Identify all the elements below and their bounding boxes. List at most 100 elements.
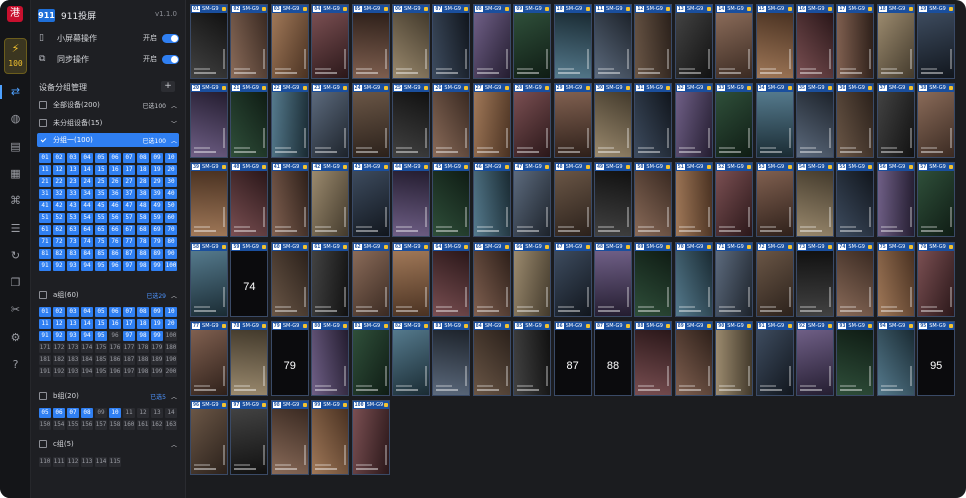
device-chip[interactable]: 60 (165, 213, 177, 223)
device-screen[interactable]: 78 SM-G9 (230, 320, 269, 396)
device-chip[interactable]: 56 (109, 213, 121, 223)
group-all[interactable]: 全部设备(200) 已选100 ︿ (37, 98, 179, 112)
chevron-up-icon[interactable]: ︿ (171, 440, 177, 449)
scissors-icon[interactable]: ✂ (0, 300, 31, 320)
device-screen[interactable]: 09 SM-G9 (513, 4, 552, 79)
device-chip[interactable]: 27 (123, 177, 135, 187)
device-chip[interactable]: 06 (109, 307, 121, 317)
device-chip[interactable]: 10 (165, 307, 177, 317)
device-chip[interactable]: 01 (39, 153, 51, 163)
device-screen[interactable]: 85 SM-G9 (513, 320, 552, 396)
pin-icon[interactable] (787, 86, 792, 91)
device-chip[interactable]: 06 (109, 153, 121, 163)
device-screen[interactable]: 74 SM-G9 (836, 241, 875, 317)
device-chip[interactable]: 80 (165, 237, 177, 247)
device-chip[interactable]: 94 (81, 331, 93, 341)
pin-icon[interactable] (545, 86, 550, 91)
device-chip[interactable]: 34 (81, 189, 93, 199)
pin-icon[interactable] (949, 244, 954, 249)
device-screen[interactable]: 36 SM-G9 (836, 83, 875, 159)
device-screen[interactable]: 63 SM-G9 (392, 241, 430, 317)
device-screen[interactable]: 38 SM-G9 (917, 83, 956, 159)
pin-icon[interactable] (666, 86, 671, 91)
pin-icon[interactable] (222, 7, 226, 11)
device-screen[interactable]: 47 SM-G9 (513, 162, 552, 238)
device-screen[interactable]: 66 SM-G9 (513, 241, 552, 317)
device-chip[interactable]: 61 (39, 225, 51, 235)
device-chip[interactable]: 43 (67, 201, 79, 211)
device-screen[interactable]: 58 SM-G9 (190, 241, 228, 317)
device-chip[interactable]: 176 (109, 343, 121, 353)
device-chip[interactable]: 19 (151, 165, 163, 175)
device-chip[interactable]: 111 (53, 457, 65, 467)
pin-icon[interactable] (626, 165, 630, 170)
device-screen[interactable]: 10 SM-G9 (553, 4, 592, 79)
pin-icon[interactable] (868, 323, 873, 328)
device-chip[interactable]: 09 (151, 307, 163, 317)
device-screen[interactable]: 17 SM-G9 (836, 4, 875, 79)
device-chip[interactable]: 28 (137, 177, 149, 187)
device-screen[interactable]: 56 SM-G9 (876, 162, 915, 238)
device-chip[interactable]: 85 (95, 249, 107, 259)
device-chip[interactable]: 75 (95, 237, 107, 247)
device-screen[interactable]: 07 SM-G9 (432, 4, 471, 79)
device-screen[interactable]: 12 SM-G9 (634, 4, 673, 79)
device-screen[interactable]: 48 SM-G9 (553, 162, 592, 238)
device-chip[interactable]: 71 (39, 237, 51, 247)
device-screen[interactable]: 39 SM-G9 (190, 162, 228, 238)
device-chip[interactable]: 30 (165, 177, 177, 187)
device-screen[interactable]: 92 SM-G9 (796, 320, 834, 396)
device-screen[interactable]: 61 SM-G9 (311, 241, 350, 317)
device-screen[interactable]: 46 SM-G9 (472, 162, 511, 238)
pin-icon[interactable] (343, 7, 348, 11)
device-chip[interactable]: 29 (151, 177, 163, 187)
device-screen[interactable]: 01 SM-G9 (190, 4, 228, 79)
pin-icon[interactable] (949, 323, 954, 328)
device-chip[interactable]: 35 (95, 189, 107, 199)
group-b[interactable]: b组(20) 已选5 ︿ (37, 389, 179, 403)
device-screen[interactable]: 77 SM-G9 (190, 320, 228, 396)
pin-icon[interactable] (504, 323, 509, 328)
pin-icon[interactable] (626, 244, 630, 249)
pin-icon[interactable] (828, 7, 832, 11)
pin-icon[interactable] (585, 7, 590, 11)
device-chip[interactable]: 72 (53, 237, 65, 247)
device-chip[interactable]: 81 (39, 249, 51, 259)
device-chip[interactable]: 70 (165, 225, 177, 235)
group-a[interactable]: a组(60) 已选29 ︿ (37, 288, 179, 302)
device-chip[interactable]: 47 (123, 201, 135, 211)
pin-icon[interactable] (908, 165, 913, 170)
device-screen[interactable]: 45 SM-G9 (432, 162, 471, 238)
pin-icon[interactable] (585, 165, 590, 170)
pin-icon[interactable] (787, 244, 792, 249)
device-screen[interactable]: 53 SM-G9 (755, 162, 794, 238)
refresh-icon[interactable]: ↻ (0, 246, 31, 266)
pin-icon[interactable] (949, 86, 954, 91)
device-chip[interactable]: 196 (109, 367, 121, 377)
pin-icon[interactable] (787, 165, 792, 170)
device-chip[interactable]: 22 (53, 177, 65, 187)
pin-icon[interactable] (585, 323, 590, 328)
device-chip[interactable]: 181 (39, 355, 51, 365)
pin-icon[interactable] (828, 86, 832, 91)
pin-icon[interactable] (908, 86, 913, 91)
device-screen[interactable]: 93 SM-G9 (836, 320, 875, 396)
device-screen[interactable]: 31 SM-G9 (634, 83, 673, 159)
device-chip[interactable]: 33 (67, 189, 79, 199)
device-chip[interactable]: 20 (165, 165, 177, 175)
device-chip[interactable]: 41 (39, 201, 51, 211)
device-chip[interactable]: 76 (109, 237, 121, 247)
device-screen[interactable]: 23 SM-G9 (311, 83, 350, 159)
checkbox[interactable] (39, 119, 47, 127)
pin-icon[interactable] (868, 7, 873, 11)
device-screen[interactable]: 59 SM-G9 74 (230, 241, 269, 317)
pin-icon[interactable] (424, 323, 428, 328)
device-screen[interactable]: 67 SM-G9 (553, 241, 592, 317)
device-chip[interactable]: 26 (109, 177, 121, 187)
device-screen[interactable]: 11 SM-G9 (594, 4, 632, 79)
device-screen[interactable]: 25 SM-G9 (392, 83, 430, 159)
pin-icon[interactable] (868, 165, 873, 170)
device-chip[interactable]: 160 (123, 420, 135, 430)
device-chip[interactable]: 110 (39, 457, 51, 467)
pin-icon[interactable] (949, 7, 954, 11)
